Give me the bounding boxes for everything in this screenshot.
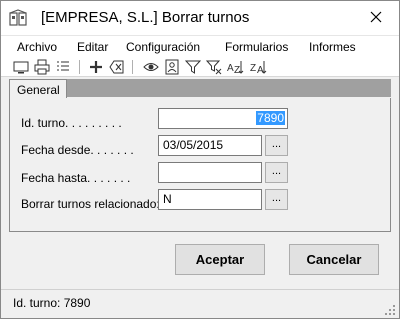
menu-formularios[interactable]: Formularios <box>225 40 288 54</box>
borrar-relacionados-input[interactable]: N <box>158 189 262 210</box>
clear-filter-icon[interactable] <box>206 59 222 75</box>
fecha-hasta-label: Fecha hasta. . . . . . . <box>21 171 131 185</box>
sort-desc-icon[interactable]: ZA <box>250 59 267 75</box>
menu-configuracion[interactable]: Configuración <box>126 40 200 54</box>
menu-editar[interactable]: Editar <box>77 40 108 54</box>
status-text: Id. turno: 7890 <box>13 296 91 310</box>
fecha-hasta-input[interactable] <box>158 162 262 183</box>
title-bar: [EMPRESA, S.L.] Borrar turnos <box>1 1 399 35</box>
window-title: [EMPRESA, S.L.] Borrar turnos <box>41 9 250 26</box>
id-turno-input[interactable]: 7890 <box>158 108 288 129</box>
tab-general[interactable]: General <box>9 79 67 99</box>
id-turno-label: Id. turno. . . . . . . . . <box>21 116 122 130</box>
toolbar-separator <box>79 60 80 74</box>
borrar-turnos-window: [EMPRESA, S.L.] Borrar turnos Archivo Ed… <box>0 0 400 319</box>
cancelar-button[interactable]: Cancelar <box>289 244 379 275</box>
close-icon <box>370 11 382 23</box>
menu-informes[interactable]: Informes <box>309 40 356 54</box>
fecha-desde-label: Fecha desde. . . . . . . <box>21 143 134 157</box>
status-bar: Id. turno: 7890 <box>1 289 399 318</box>
add-icon[interactable] <box>88 59 104 75</box>
app-icon <box>9 9 27 27</box>
svg-text:A: A <box>257 65 264 75</box>
toolbar-separator <box>132 60 133 74</box>
fecha-hasta-picker-button[interactable]: ... <box>265 162 288 183</box>
record-icon[interactable] <box>164 59 180 75</box>
fecha-desde-picker-button[interactable]: ... <box>265 135 288 156</box>
aceptar-button[interactable]: Aceptar <box>175 244 265 275</box>
menu-archivo[interactable]: Archivo <box>17 40 57 54</box>
preview-icon[interactable] <box>13 59 29 75</box>
resize-grip-icon[interactable] <box>384 304 396 316</box>
close-button[interactable] <box>353 1 399 33</box>
toolbar: AZ ZA <box>1 57 399 77</box>
borrar-relacionados-picker-button[interactable]: ... <box>265 189 288 210</box>
svg-text:Z: Z <box>234 65 240 75</box>
list-icon[interactable] <box>55 59 71 75</box>
print-icon[interactable] <box>34 59 50 75</box>
svg-text:Z: Z <box>250 63 256 74</box>
menu-bar: Archivo Editar Configuración Formularios… <box>1 35 399 57</box>
svg-text:A: A <box>227 63 234 74</box>
filter-icon[interactable] <box>185 59 201 75</box>
borrar-relacionados-label: Borrar turnos relacionado: <box>21 197 160 211</box>
sort-asc-icon[interactable]: AZ <box>227 59 244 75</box>
delete-icon[interactable] <box>109 59 125 75</box>
view-icon[interactable] <box>143 59 159 75</box>
fecha-desde-input[interactable]: 03/05/2015 <box>158 135 262 156</box>
